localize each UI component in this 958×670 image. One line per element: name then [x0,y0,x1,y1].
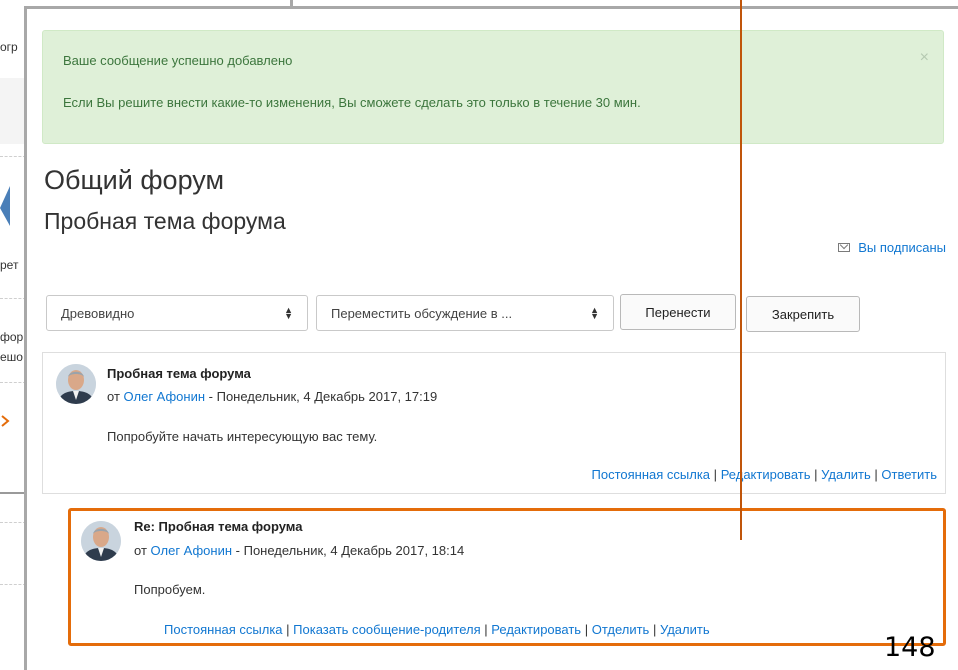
permalink-link[interactable]: Постоянная ссылка [164,622,283,637]
reply-byline: от Олег Афонин - Понедельник, 4 Декабрь … [134,543,464,558]
sidebar-divider [0,492,26,494]
select-arrows-icon: ▲ ▼ [284,305,293,321]
sidebar-divider [0,382,26,383]
pin-button[interactable]: Закрепить [746,296,860,332]
display-mode-select[interactable]: Древовидно ▲ ▼ [46,295,308,331]
show-parent-link[interactable]: Показать сообщение-родителя [293,622,480,637]
left-sidebar-fragment: огр рет фор ешо [0,0,26,670]
move-discussion-value: Переместить обсуждение в ... [331,305,513,321]
subscription-label[interactable]: Вы подписаны [858,240,946,255]
sidebar-divider [0,584,26,585]
alert-edit-notice: Если Вы решите внести какие-то изменения… [63,95,641,110]
frame-divider [290,0,293,8]
select-arrows-icon: ▲ ▼ [590,305,599,321]
author-link[interactable]: Олег Афонин [151,543,233,558]
main-frame-left-border [24,6,27,670]
sidebar-divider [0,298,26,299]
envelope-icon [838,243,851,252]
separator: | [484,622,488,637]
delete-link[interactable]: Удалить [660,622,710,637]
separator: | [814,467,818,482]
separator: | [874,467,878,482]
forum-title: Общий форум [44,165,225,195]
edit-link[interactable]: Редактировать [721,467,811,482]
close-icon[interactable]: × [920,49,929,67]
move-discussion-select[interactable]: Переместить обсуждение в ... ▲ ▼ [316,295,614,331]
avatar[interactable] [81,521,121,561]
byline-prefix: от [134,543,147,558]
sidebar-tinted-block [0,78,26,144]
separator: | [286,622,290,637]
sidebar-divider [0,522,26,523]
chevron-right-icon[interactable] [0,414,10,428]
sidebar-icon [0,186,10,226]
post-commands: Постоянная ссылка | Редактировать | Удал… [592,467,937,482]
discussion-title: Пробная тема форума [44,208,286,234]
sidebar-text-fragment: рет [0,258,19,272]
display-mode-value: Древовидно [61,305,135,321]
forum-post: Пробная тема форума от Олег Афонин - Пон… [42,352,946,494]
author-link[interactable]: Олег Афонин [124,389,206,404]
post-byline: от Олег Афонин - Понедельник, 4 Декабрь … [107,389,437,404]
byline-prefix: от [107,389,120,404]
avatar[interactable] [56,364,96,404]
separator: | [652,622,657,637]
post-subject: Пробная тема форума [107,366,251,381]
separator: | [584,622,589,637]
sidebar-divider [0,156,26,157]
subscription-toggle[interactable]: Вы подписаны [838,240,946,255]
sidebar-text-fragment[interactable]: фор [0,330,23,344]
reply-message: Попробуем. [134,582,206,597]
reply-link[interactable]: Ответить [881,467,937,482]
move-button[interactable]: Перенести [620,294,736,330]
split-link[interactable]: Отделить [592,622,650,637]
success-alert: Ваше сообщение успешно добавлено Если Вы… [42,30,944,144]
sidebar-text-fragment: огр [0,40,18,54]
reply-subject: Re: Пробная тема форума [134,519,303,534]
post-message: Попробуйте начать интересующую вас тему. [107,429,378,444]
alert-message: Ваше сообщение успешно добавлено [63,53,293,68]
delete-link[interactable]: Удалить [821,467,871,482]
sidebar-text-fragment[interactable]: ешо [0,350,23,364]
annotation-callout-line [740,0,742,540]
post-date: - Понедельник, 4 Декабрь 2017, 17:19 [208,389,438,404]
reply-commands: Постоянная ссылка | Показать сообщение-р… [164,622,710,637]
separator: | [713,467,718,482]
permalink-link[interactable]: Постоянная ссылка [592,467,711,482]
page-number: 148 [884,632,936,663]
edit-link[interactable]: Редактировать [491,622,581,637]
forum-reply-post: Re: Пробная тема форума от Олег Афонин -… [68,508,946,646]
reply-date: - Понедельник, 4 Декабрь 2017, 18:14 [235,543,465,558]
main-frame-top-border [24,6,958,9]
